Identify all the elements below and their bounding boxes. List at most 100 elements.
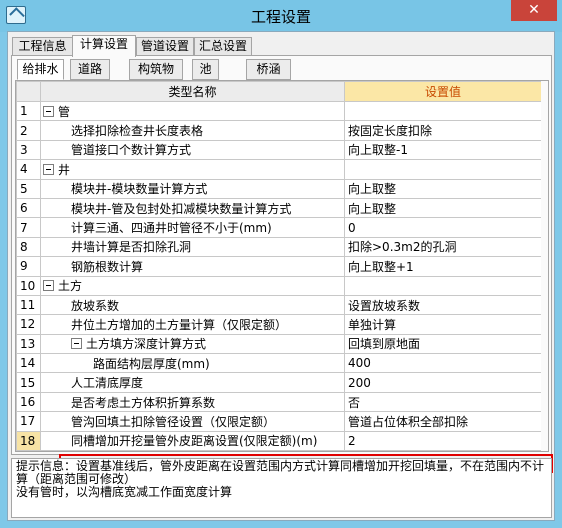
table-row[interactable]: 14 路面结构层厚度(mm) 400	[16, 353, 542, 374]
tab-calc-settings[interactable]: 计算设置	[72, 35, 136, 57]
type-name-label: 是否考虑土方体积折算系数	[71, 395, 216, 410]
setting-value-cell[interactable]: 400	[344, 353, 542, 374]
row-number: 4	[16, 159, 41, 180]
setting-value-cell[interactable]: 回填到原地面	[344, 333, 542, 355]
calc-settings-panel: 给排水 道路 构筑物 池 桥涵 类型名称 设置值 1 管 2 选择扣除检查井长度…	[11, 55, 553, 473]
subtab-road[interactable]: 道路	[70, 59, 110, 80]
type-name-cell: 是否考虑土方体积折算系数	[40, 391, 345, 413]
tab-project-info[interactable]: 工程信息	[12, 37, 73, 56]
table-row[interactable]: 9 钢筋根数计算 向上取整+1	[16, 256, 542, 277]
table-row[interactable]: 13 土方填方深度计算方式 回填到原地面	[16, 333, 542, 355]
type-name-label: 井墙计算是否扣除孔洞	[71, 240, 192, 255]
table-row[interactable]: 2 选择扣除检查井长度表格 按固定长度扣除	[16, 120, 542, 141]
tab-pipe-settings[interactable]: 管道设置	[136, 37, 194, 56]
setting-value-cell[interactable]: 向上取整+1	[344, 256, 542, 277]
table-row[interactable]: 11 放坡系数 设置放坡系数	[16, 294, 542, 316]
type-name-label: 选择扣除检查井长度表格	[71, 124, 204, 139]
table-row[interactable]: 1管	[16, 100, 542, 122]
subtab-bridge[interactable]: 桥涵	[246, 59, 291, 80]
table-row[interactable]: 12 井位土方增加的土方量计算（仅限定额） 单独计算	[16, 314, 542, 335]
close-button[interactable]: ✕	[511, 0, 557, 21]
table-row[interactable]: 3 管道接口个数计算方式 向上取整-1	[16, 139, 542, 161]
collapse-toggle-icon[interactable]	[43, 280, 54, 292]
table-row[interactable]: 5 模块井-模块数量计算方式 向上取整	[16, 178, 542, 199]
table-row[interactable]: 7 计算三通、四通井时管径不小于(mm) 0	[16, 217, 542, 238]
row-number: 7	[16, 217, 41, 238]
setting-value-cell[interactable]: 设置放坡系数	[344, 294, 542, 316]
settings-grid: 类型名称 设置值 1 管 2 选择扣除检查井长度表格 按固定长度扣除 3 管道接口个数计算方…	[16, 81, 542, 451]
row-number: 1	[16, 100, 41, 122]
setting-value-cell[interactable]: 2	[344, 430, 542, 451]
setting-value-cell[interactable]: 200	[344, 372, 542, 393]
type-name-cell: 井墙计算是否扣除孔洞	[40, 236, 345, 258]
type-name-cell: 管	[40, 100, 345, 122]
table-row[interactable]: 16 是否考虑土方体积折算系数 否	[16, 391, 542, 413]
type-name-label: 模块井-模块数量计算方式	[71, 182, 208, 197]
type-name-cell: 井	[40, 159, 345, 180]
setting-value-cell[interactable]	[344, 100, 542, 122]
setting-value-cell[interactable]: 向上取整-1	[344, 139, 542, 161]
type-name-label: 模块井-管及包封处扣减模块数量计算方式	[71, 201, 292, 216]
row-number: 6	[16, 197, 41, 219]
grid-scrollbar[interactable]	[541, 81, 548, 451]
type-name-label: 土方	[58, 279, 83, 294]
setting-value-cell[interactable]: 0	[344, 217, 542, 238]
type-name-cell: 同槽增加开挖量管外皮距离设置(仅限定额)(m)	[40, 430, 345, 451]
row-number: 2	[16, 120, 41, 141]
settings-grid-panel: 类型名称 设置值 1 管 2 选择扣除检查井长度表格 按固定长度扣除 3 管道接口个数计算方…	[15, 80, 549, 452]
type-name-label: 同槽增加开挖量管外皮距离设置(仅限定额)(m)	[71, 434, 318, 449]
table-row[interactable]: 8 井墙计算是否扣除孔洞 扣除>0.3m2的孔洞	[16, 236, 542, 258]
collapse-toggle-icon[interactable]	[71, 338, 82, 350]
setting-value-cell[interactable]	[344, 159, 542, 180]
type-name-cell: 土方填方深度计算方式	[40, 333, 345, 355]
dialog-body: 工程信息 计算设置 管道设置 汇总设置 给排水 道路 构筑物 池 桥涵 类型名称…	[7, 31, 555, 521]
collapse-toggle-icon[interactable]	[43, 105, 54, 117]
type-name-label: 井位土方增加的土方量计算（仅限定额）	[71, 317, 288, 332]
table-row[interactable]: 18 同槽增加开挖量管外皮距离设置(仅限定额)(m) 2	[16, 430, 542, 451]
row-number: 13	[16, 333, 41, 355]
row-number: 11	[16, 294, 41, 316]
table-row[interactable]: 10 土方	[16, 275, 542, 296]
subtab-water-drainage[interactable]: 给排水	[17, 59, 64, 80]
type-name-label: 计算三通、四通井时管径不小于(mm)	[71, 221, 272, 236]
subtab-pool[interactable]: 池	[192, 59, 219, 80]
setting-value-cell[interactable]: 向上取整	[344, 178, 542, 199]
tab-summary-settings[interactable]: 汇总设置	[194, 37, 252, 56]
type-name-label: 井	[58, 162, 71, 177]
type-name-cell: 计算三通、四通井时管径不小于(mm)	[40, 217, 345, 238]
type-name-cell: 选择扣除检查井长度表格	[40, 120, 345, 141]
row-number: 3	[16, 139, 41, 161]
setting-value-cell[interactable]: 扣除>0.3m2的孔洞	[344, 236, 542, 258]
table-row[interactable]: 17 管沟回填土扣除管径设置（仅限定额） 管道占位体积全部扣除	[16, 411, 542, 432]
title-bar[interactable]: 工程设置 ✕	[0, 0, 562, 32]
setting-value-header: 设置值	[344, 81, 542, 102]
table-row[interactable]: 4井	[16, 159, 542, 180]
type-name-header: 类型名称	[40, 81, 345, 102]
type-name-label: 路面结构层厚度(mm)	[93, 356, 210, 371]
hint-panel: 提示信息：设置基准线后，管外皮距离在设置范围内方式计算同槽增加开挖回填量，不在范…	[11, 458, 552, 518]
table-row[interactable]: 15 人工清底厚度 200	[16, 372, 542, 393]
row-number-header	[16, 81, 41, 102]
table-row[interactable]: 6 模块井-管及包封处扣减模块数量计算方式 向上取整	[16, 197, 542, 219]
type-name-cell: 土方	[40, 275, 345, 296]
setting-value-cell[interactable]	[344, 275, 542, 296]
setting-value-cell[interactable]: 向上取整	[344, 197, 542, 219]
type-name-cell: 管道接口个数计算方式	[40, 139, 345, 161]
setting-value-cell[interactable]: 否	[344, 391, 542, 413]
setting-value-cell[interactable]: 按固定长度扣除	[344, 120, 542, 141]
type-name-cell: 人工清底厚度	[40, 372, 345, 393]
type-name-label: 管沟回填土扣除管径设置（仅限定额）	[71, 414, 276, 429]
collapse-toggle-icon[interactable]	[43, 163, 54, 175]
type-name-cell: 模块井-管及包封处扣减模块数量计算方式	[40, 197, 345, 219]
row-number: 12	[16, 314, 41, 335]
row-number: 14	[16, 353, 41, 374]
setting-value-cell[interactable]: 管道占位体积全部扣除	[344, 411, 542, 432]
row-number: 9	[16, 256, 41, 277]
type-name-cell: 路面结构层厚度(mm)	[40, 353, 345, 374]
setting-value-cell[interactable]: 单独计算	[344, 314, 542, 335]
type-name-label: 土方填方深度计算方式	[86, 337, 207, 352]
row-number: 5	[16, 178, 41, 199]
subtab-structures[interactable]: 构筑物	[129, 59, 183, 80]
type-name-cell: 模块井-模块数量计算方式	[40, 178, 345, 199]
type-name-label: 管道接口个数计算方式	[71, 143, 192, 158]
